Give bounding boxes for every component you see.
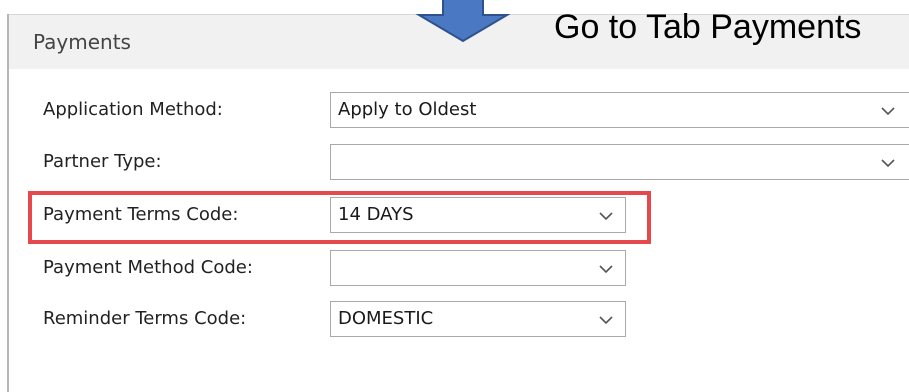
payment-terms-highlight-box bbox=[28, 191, 651, 244]
payment-method-code-select[interactable] bbox=[330, 250, 626, 286]
application-method-select[interactable]: Apply to Oldest bbox=[330, 92, 909, 128]
down-arrow-icon bbox=[415, 0, 511, 43]
payment-method-code-label: Payment Method Code: bbox=[43, 257, 253, 278]
partner-type-row: Partner Type: bbox=[0, 144, 909, 182]
chevron-down-icon[interactable] bbox=[879, 154, 897, 172]
application-method-label: Application Method: bbox=[43, 99, 223, 120]
partner-type-label: Partner Type: bbox=[43, 151, 162, 172]
annotation-text: Go to Tab Payments bbox=[554, 8, 862, 46]
reminder-terms-code-value: DOMESTIC bbox=[338, 308, 434, 329]
application-method-row: Application Method: Apply to Oldest bbox=[0, 92, 909, 130]
application-method-value: Apply to Oldest bbox=[338, 99, 477, 120]
section-title: Payments bbox=[33, 30, 131, 54]
chevron-down-icon[interactable] bbox=[597, 260, 615, 278]
partner-type-select[interactable] bbox=[330, 144, 909, 180]
chevron-down-icon[interactable] bbox=[597, 311, 615, 329]
payment-method-code-row: Payment Method Code: bbox=[0, 250, 909, 288]
chevron-down-icon[interactable] bbox=[879, 102, 897, 120]
reminder-terms-code-row: Reminder Terms Code: DOMESTIC bbox=[0, 301, 909, 339]
reminder-terms-code-select[interactable]: DOMESTIC bbox=[330, 301, 626, 337]
reminder-terms-code-label: Reminder Terms Code: bbox=[43, 308, 247, 329]
